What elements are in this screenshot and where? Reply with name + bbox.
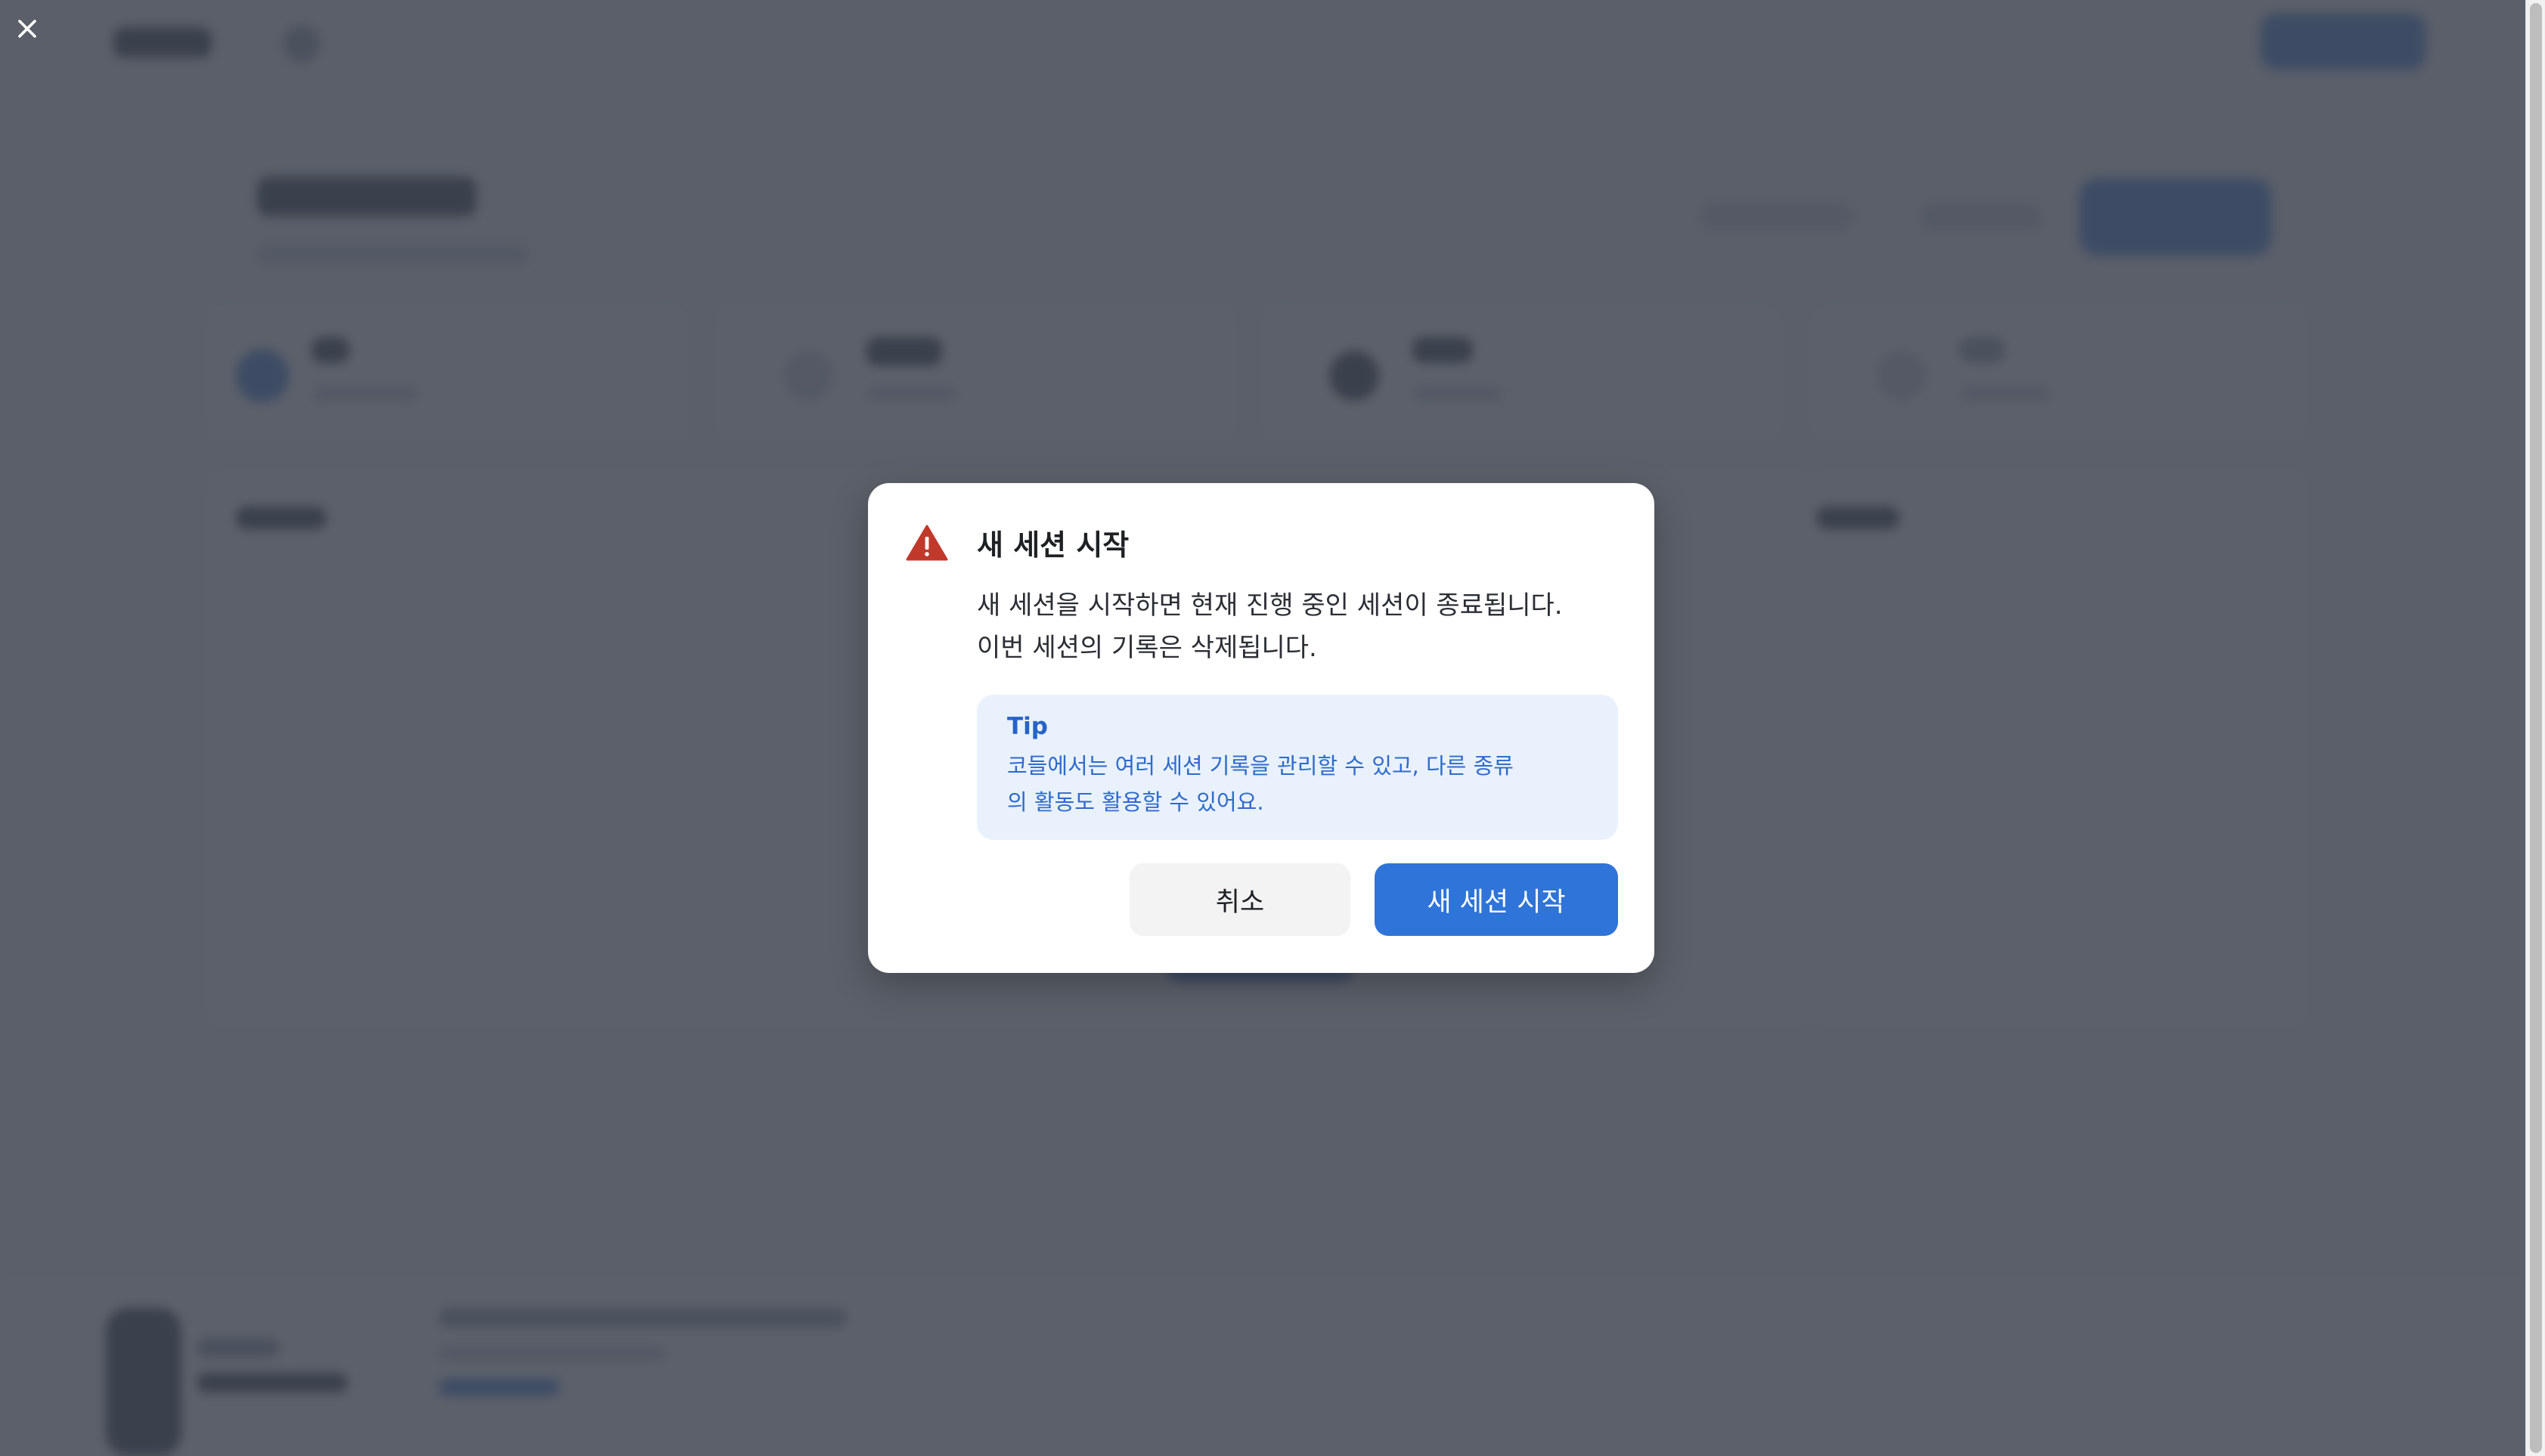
cancel-button[interactable]: 취소 bbox=[1130, 863, 1350, 936]
tip-text-line: 의 활동도 활용할 수 있어요. bbox=[1007, 789, 1264, 815]
warning-triangle-icon bbox=[906, 525, 948, 561]
dialog-message-line: 새 세션을 시작하면 현재 진행 중인 세션이 종료됩니다. bbox=[977, 590, 1563, 621]
dialog-title: 새 세션 시작 bbox=[977, 528, 1130, 562]
page-scrollbar[interactable] bbox=[2525, 0, 2545, 1456]
dialog-message: 새 세션을 시작하면 현재 진행 중인 세션이 종료됩니다. 이번 세션의 기록… bbox=[977, 584, 1627, 669]
tip-title: Tip bbox=[1007, 713, 1048, 740]
app-root: 새 세션 시작 새 세션을 시작하면 현재 진행 중인 세션이 종료됩니다. 이… bbox=[0, 0, 2545, 1456]
new-session-dialog: 새 세션 시작 새 세션을 시작하면 현재 진행 중인 세션이 종료됩니다. 이… bbox=[868, 483, 1654, 973]
tip-box: Tip 코들에서는 여러 세션 기록을 관리할 수 있고, 다른 종류 의 활동… bbox=[977, 695, 1618, 840]
tip-text: 코들에서는 여러 세션 기록을 관리할 수 있고, 다른 종류 의 활동도 활용… bbox=[1007, 748, 1536, 820]
dialog-message-line: 이번 세션의 기록은 삭제됩니다. bbox=[977, 633, 1317, 663]
start-new-session-button[interactable]: 새 세션 시작 bbox=[1375, 863, 1618, 936]
close-button[interactable] bbox=[8, 9, 47, 48]
scrollbar-thumb[interactable] bbox=[2530, 3, 2542, 1453]
tip-text-line: 코들에서는 여러 세션 기록을 관리할 수 있고, 다른 종류 bbox=[1007, 753, 1514, 779]
close-icon bbox=[18, 20, 36, 38]
